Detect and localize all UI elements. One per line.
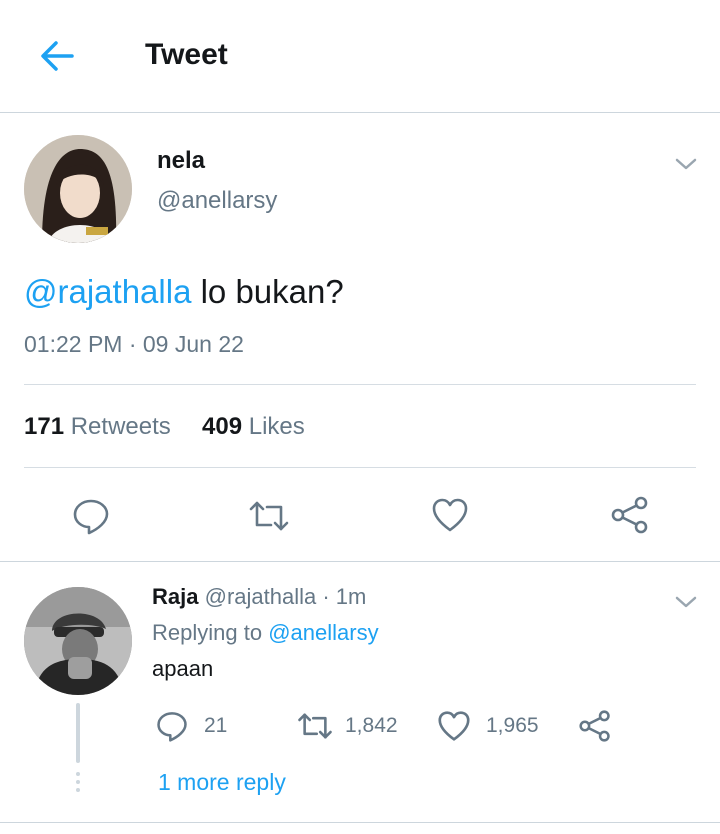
mention-link[interactable]: @rajathalla bbox=[24, 273, 191, 310]
divider bbox=[24, 467, 696, 468]
tweet-text: @rajathalla lo bukan? bbox=[24, 273, 344, 311]
avatar[interactable] bbox=[24, 135, 132, 243]
chevron-down-icon[interactable] bbox=[674, 156, 698, 172]
reply-author-name[interactable]: Raja bbox=[152, 584, 198, 609]
more-replies-link[interactable]: 1 more reply bbox=[158, 769, 286, 796]
reply-text: apaan bbox=[152, 656, 214, 681]
retweet-icon[interactable] bbox=[247, 499, 291, 538]
back-arrow-icon[interactable] bbox=[38, 38, 78, 74]
reply-count: 21 bbox=[204, 714, 228, 737]
retweet-count: 1,842 bbox=[345, 714, 398, 737]
replying-to-handle[interactable]: @anellarsy bbox=[268, 620, 378, 645]
replying-to-label: Replying to bbox=[152, 620, 263, 645]
likes-count: 409 bbox=[202, 413, 243, 440]
thread-dots bbox=[76, 772, 80, 792]
reply-header: Raja @rajathalla · 1m bbox=[152, 584, 366, 610]
retweets-label: Retweets bbox=[70, 413, 171, 440]
likes-label: Likes bbox=[248, 413, 305, 440]
retweet-icon[interactable] bbox=[296, 711, 334, 746]
retweets-count: 171 bbox=[24, 413, 65, 440]
replying-to: Replying to @anellarsy bbox=[152, 620, 379, 646]
author-handle[interactable]: @anellarsy bbox=[157, 187, 277, 215]
page-title: Tweet bbox=[145, 38, 228, 71]
chevron-down-icon[interactable] bbox=[674, 594, 698, 610]
reply-author-handle[interactable]: @rajathalla bbox=[205, 584, 317, 609]
reply-icon[interactable] bbox=[156, 710, 188, 747]
share-icon[interactable] bbox=[610, 496, 650, 539]
divider bbox=[24, 384, 696, 385]
like-icon[interactable] bbox=[437, 710, 471, 747]
bottom-divider bbox=[0, 822, 720, 823]
thread-line bbox=[76, 703, 80, 763]
reply-time[interactable]: · 1m bbox=[322, 584, 366, 609]
retweets-stat[interactable]: 171 Retweets bbox=[24, 413, 171, 441]
share-icon[interactable] bbox=[578, 710, 612, 747]
author-name[interactable]: nela bbox=[157, 147, 205, 175]
top-bar: Tweet bbox=[0, 0, 720, 113]
reply-icon[interactable] bbox=[72, 497, 110, 540]
section-divider bbox=[0, 561, 720, 562]
tweet-timestamp[interactable]: 01:22 PM · 09 Jun 22 bbox=[24, 331, 244, 358]
like-count: 1,965 bbox=[486, 714, 539, 737]
like-icon[interactable] bbox=[431, 497, 469, 538]
likes-stat[interactable]: 409 Likes bbox=[202, 413, 305, 441]
avatar[interactable] bbox=[24, 587, 132, 695]
tweet-body: lo bukan? bbox=[191, 273, 344, 310]
